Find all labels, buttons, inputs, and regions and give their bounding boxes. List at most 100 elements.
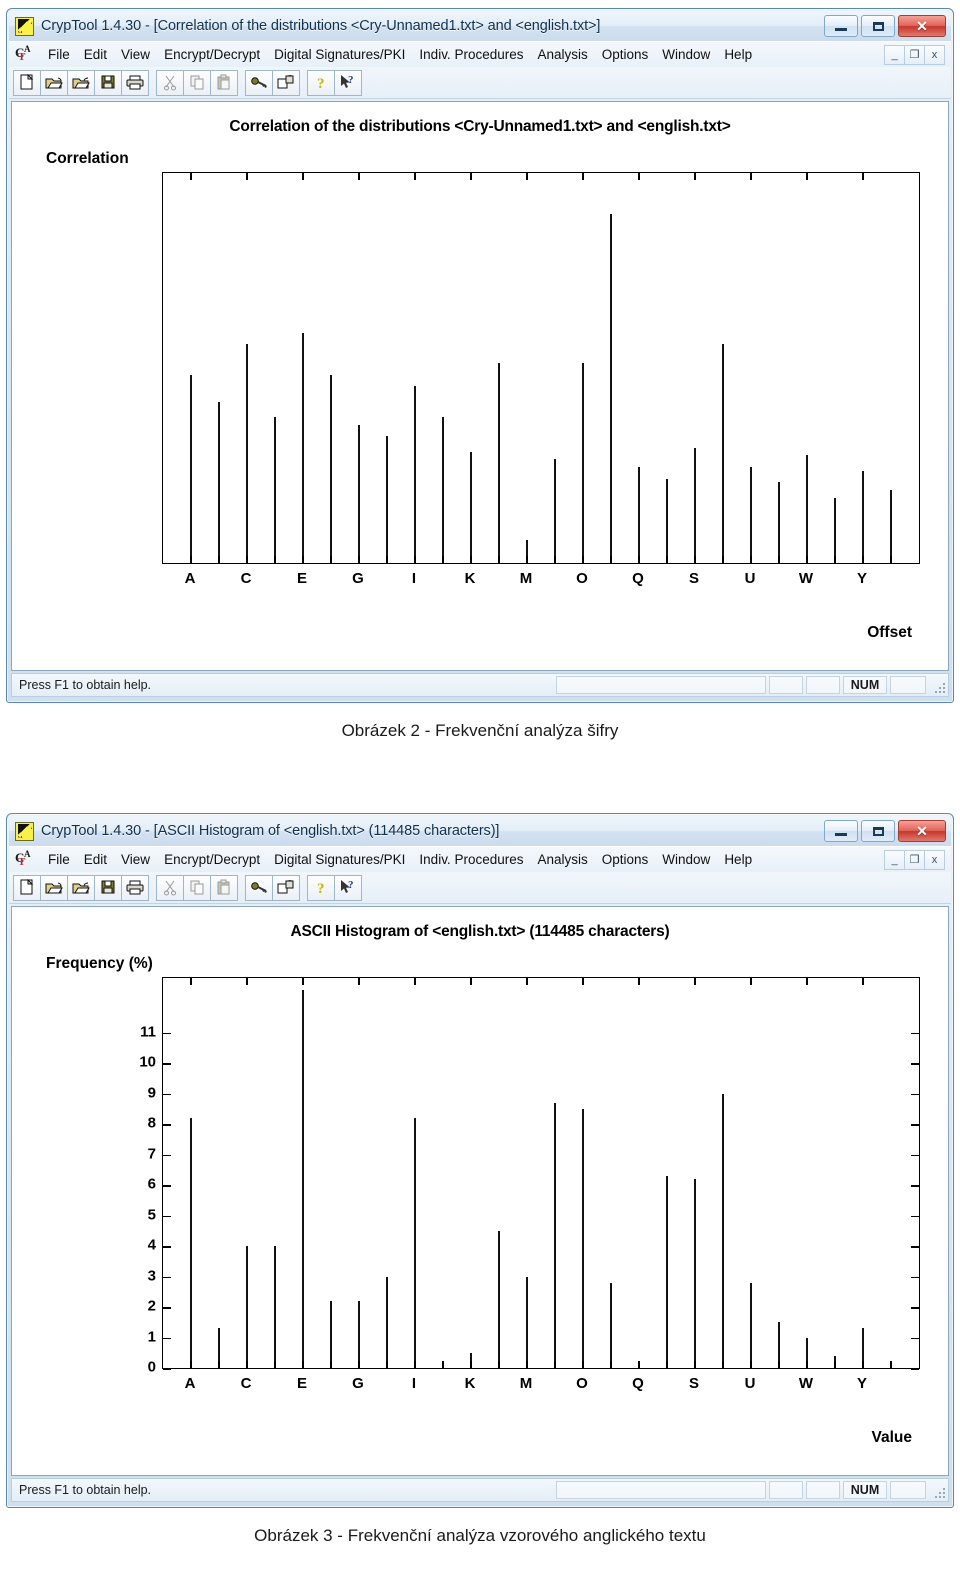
- close-button[interactable]: ✕: [898, 820, 946, 842]
- y-axis-tick-right: [911, 1063, 919, 1065]
- y-axis-tick-right: [911, 1093, 919, 1096]
- window-title: CrypTool 1.4.30 - [Correlation of the di…: [41, 18, 601, 34]
- x-tick-label: W: [798, 570, 814, 587]
- save-disk-icon[interactable]: [94, 69, 122, 96]
- help-pointer-icon[interactable]: ?: [334, 69, 362, 96]
- x-tick-label: E: [296, 570, 308, 587]
- encrypt-window-icon[interactable]: [272, 69, 300, 96]
- maximize-button[interactable]: [861, 15, 895, 37]
- chart-x-tick-labels-1: ACEGIKMOQSUWY: [162, 570, 920, 592]
- key-icon[interactable]: [245, 874, 273, 901]
- menu-help[interactable]: Help: [717, 850, 759, 869]
- chart-bar: [358, 1300, 360, 1368]
- mdi-app-icon[interactable]: CAT: [15, 44, 35, 64]
- menu-analysis[interactable]: Analysis: [530, 45, 594, 64]
- chart-bar: [582, 363, 584, 563]
- chart-bar: [218, 401, 220, 563]
- mdi-app-icon[interactable]: CAT: [15, 849, 35, 869]
- y-axis-tick-right: [911, 1124, 919, 1126]
- help-pointer-icon[interactable]: ?: [334, 874, 362, 901]
- menu-help[interactable]: Help: [717, 45, 759, 64]
- cut-scissors-icon[interactable]: [156, 874, 184, 901]
- x-axis-tick: [610, 556, 612, 563]
- x-axis-tick: [694, 1361, 696, 1368]
- menu-indiv-procedures[interactable]: Indiv. Procedures: [412, 850, 530, 869]
- x-axis-tick-top: [302, 978, 304, 985]
- y-axis-tick: [163, 1185, 171, 1187]
- y-axis-tick-right: [911, 1307, 919, 1309]
- copy-icon[interactable]: [183, 69, 211, 96]
- status-hint-2: Press F1 to obtain help.: [19, 1483, 152, 1497]
- y-axis-tick: [163, 1154, 171, 1157]
- menu-view[interactable]: View: [114, 45, 157, 64]
- menu-analysis[interactable]: Analysis: [530, 850, 594, 869]
- print-icon[interactable]: [121, 874, 149, 901]
- menu-options[interactable]: Options: [595, 850, 656, 869]
- resize-grip-1[interactable]: [928, 676, 946, 694]
- cut-scissors-icon[interactable]: [156, 69, 184, 96]
- mdi-close-button[interactable]: x: [924, 44, 945, 65]
- resize-grip-2[interactable]: [928, 1481, 946, 1499]
- open-folder-icon[interactable]: [40, 69, 68, 96]
- status-pane-a-2: [769, 1481, 803, 1499]
- menu-window[interactable]: Window: [655, 45, 717, 64]
- menu-view[interactable]: View: [114, 850, 157, 869]
- x-axis-tick: [470, 556, 472, 563]
- y-axis-tick: [163, 1368, 171, 1370]
- x-axis-tick: [862, 556, 864, 563]
- y-axis-tick: [163, 1063, 171, 1065]
- y-axis-tick-right: [911, 1215, 919, 1218]
- menu-encrypt-decrypt[interactable]: Encrypt/Decrypt: [157, 45, 267, 64]
- x-axis-tick-top: [358, 173, 360, 180]
- key-icon[interactable]: [245, 69, 273, 96]
- mdi-minimize-button[interactable]: _: [884, 44, 905, 65]
- x-axis-tick-top: [470, 978, 472, 985]
- close-button[interactable]: ✕: [898, 15, 946, 37]
- chart-xlabel-1: Offset: [867, 624, 912, 641]
- help-question-icon[interactable]: ?: [307, 69, 335, 96]
- help-question-icon[interactable]: ?: [307, 874, 335, 901]
- save-disk-icon[interactable]: [94, 874, 122, 901]
- print-icon[interactable]: [121, 69, 149, 96]
- x-axis-tick: [302, 1361, 304, 1368]
- minimize-button[interactable]: [824, 820, 858, 842]
- new-document-icon[interactable]: [13, 69, 41, 96]
- menu-edit[interactable]: Edit: [77, 45, 114, 64]
- mdi-close-button[interactable]: x: [924, 849, 945, 870]
- encrypt-window-icon[interactable]: [272, 874, 300, 901]
- x-axis-tick-top: [806, 173, 808, 180]
- titlebar[interactable]: Q Acr CrypTool 1.4.30 - [ASCII Histogram …: [9, 816, 951, 846]
- mdi-restore-button[interactable]: ❐: [904, 849, 925, 870]
- x-axis-tick: [750, 1361, 752, 1368]
- mdi-minimize-button[interactable]: _: [884, 849, 905, 870]
- menu-edit[interactable]: Edit: [77, 850, 114, 869]
- menu-indiv-procedures[interactable]: Indiv. Procedures: [412, 45, 530, 64]
- open-folder-alt-icon[interactable]: [67, 874, 95, 901]
- x-tick-label: M: [519, 1375, 533, 1392]
- open-folder-alt-icon[interactable]: [67, 69, 95, 96]
- cryptool-app-icon: Q Acr: [15, 16, 34, 36]
- mdi-restore-button[interactable]: ❐: [904, 44, 925, 65]
- paste-icon[interactable]: [210, 874, 238, 901]
- minimize-button[interactable]: [824, 15, 858, 37]
- menu-digital-signatures[interactable]: Digital Signatures/PKI: [267, 45, 412, 64]
- x-axis-tick: [498, 1361, 500, 1368]
- menu-digital-signatures[interactable]: Digital Signatures/PKI: [267, 850, 412, 869]
- menu-encrypt-decrypt[interactable]: Encrypt/Decrypt: [157, 850, 267, 869]
- menu-file[interactable]: File: [41, 45, 77, 64]
- new-document-icon[interactable]: [13, 874, 41, 901]
- menu-file[interactable]: File: [41, 850, 77, 869]
- paste-icon[interactable]: [210, 69, 238, 96]
- y-tick-label: 0: [147, 1358, 156, 1376]
- menu-window[interactable]: Window: [655, 850, 717, 869]
- titlebar[interactable]: Q Acr CrypTool 1.4.30 - [Correlation of t…: [9, 11, 951, 41]
- y-tick-label: 5: [147, 1206, 156, 1224]
- x-axis-tick: [694, 556, 696, 563]
- open-folder-icon[interactable]: [40, 874, 68, 901]
- chart-client-area-1: Correlation of the distributions <Cry-Un…: [11, 101, 949, 671]
- chart-bar: [302, 332, 304, 563]
- copy-icon[interactable]: [183, 874, 211, 901]
- maximize-button[interactable]: [861, 820, 895, 842]
- menu-options[interactable]: Options: [595, 45, 656, 64]
- x-axis-tick-top: [638, 173, 640, 180]
